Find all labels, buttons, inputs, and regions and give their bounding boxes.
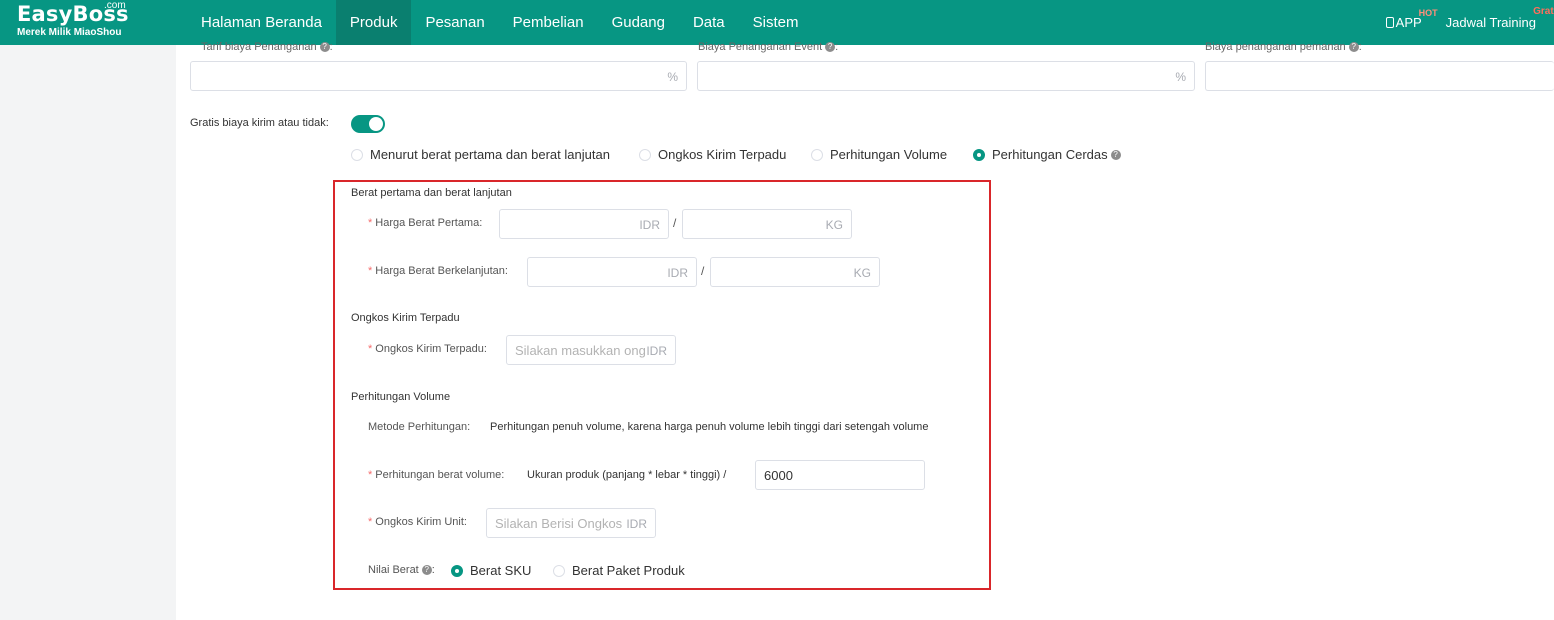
nav-right: APP HOT Jadwal Training Gratis [1385,0,1554,45]
app-link[interactable]: APP HOT [1385,8,1438,30]
nav-item-data[interactable]: Data [679,0,739,45]
help-icon[interactable]: ? [825,42,836,53]
radio-sku-weight[interactable]: Berat SKU [451,563,531,578]
currency-suffix: IDR [626,517,647,531]
free-shipping-label: Gratis biaya kirim atau tidak: [190,117,329,129]
help-icon[interactable]: ? [319,42,330,53]
radio-circle-checked [973,148,985,161]
event-fee-input[interactable]: % [697,61,1195,91]
nav-item-orders[interactable]: Pesanan [411,0,498,45]
first-weight-price-input[interactable]: IDR [499,209,669,239]
help-icon[interactable]: ? [421,565,432,576]
volume-weight-label: * Perhitungan berat volume: [368,469,505,481]
help-icon[interactable]: ? [1110,149,1121,160]
percent-suffix: % [1175,70,1186,84]
nav-item-warehouse[interactable]: Gudang [598,0,679,45]
left-panel [0,45,176,620]
nav-item-home[interactable]: Halaman Beranda [187,0,336,45]
unit-cost-input[interactable]: Silakan Berisi Ongkos Kirim IDR [486,508,656,538]
method-label: Metode Perhitungan: [368,421,471,433]
radio-circle [811,148,823,161]
first-weight-price-label: * Harga Berat Pertama: [368,217,483,229]
currency-suffix: IDR [646,344,667,358]
method-value: Perhitungan penuh volume, karena harga p… [490,421,929,433]
handling-fee-input[interactable] [1205,61,1554,91]
input-value: 6000 [764,468,793,483]
unit-cost-label: * Ongkos Kirim Unit: [368,516,467,528]
next-weight-kg-input[interactable]: KG [710,257,880,287]
unit-suffix: KG [853,266,871,280]
help-icon[interactable]: ? [1348,42,1359,53]
free-shipping-toggle[interactable] [351,115,385,133]
next-weight-price-input[interactable]: IDR [527,257,697,287]
smart-calculation-box [333,180,991,590]
toggle-knob [369,117,383,131]
training-label: Jadwal Training [1445,15,1536,30]
currency-suffix: IDR [639,218,660,232]
radio-first-weight[interactable]: Menurut berat pertama dan berat lanjutan [351,147,610,162]
currency-suffix: IDR [667,266,688,280]
hot-badge: HOT [1418,8,1438,18]
handling-rate-input[interactable]: % [190,61,687,91]
brand-com: .com [104,0,126,11]
event-fee-label: Biaya Penanganan Event?: [698,41,839,53]
slash-separator: / [673,216,677,230]
main-nav: Halaman Beranda Produk Pesanan Pembelian… [187,0,812,45]
radio-circle [553,564,565,577]
brand-subtitle: Merek Milik MiaoShou [17,27,122,38]
section-title-volume: Perhitungan Volume [351,391,451,403]
percent-suffix: % [667,70,678,84]
nav-item-products[interactable]: Produk [335,0,412,45]
radio-volume[interactable]: Perhitungan Volume [811,147,947,162]
radio-smart[interactable]: Perhitungan Cerdas ? [973,147,1121,162]
section-title-unified: Ongkos Kirim Terpadu [351,312,460,324]
top-navbar: EasyBoss .com Merek Milik MiaoShou Halam… [0,0,1554,45]
radio-circle [639,148,651,161]
free-badge: Gratis [1533,6,1554,17]
unified-input[interactable]: Silakan masukkan ongkos IDR [506,335,676,365]
radio-package-weight[interactable]: Berat Paket Produk [553,563,685,578]
section-title-first-weight: Berat pertama dan berat lanjutan [351,187,512,199]
placeholder: Silakan Berisi Ongkos Kirim [495,516,625,531]
placeholder: Silakan masukkan ongkos [515,343,645,358]
volume-divisor-input[interactable]: 6000 [755,460,925,490]
unified-label: * Ongkos Kirim Terpadu: [368,343,487,355]
first-weight-kg-input[interactable]: KG [682,209,852,239]
nav-item-system[interactable]: Sistem [739,0,813,45]
radio-circle-checked [451,564,463,577]
radio-circle [351,148,363,161]
handling-fee-label: Biaya penanganan pemanan?: [1205,41,1362,53]
handling-rate-label: Tarif biaya Penanganan?: [201,41,333,53]
brand-logo[interactable]: EasyBoss .com Merek Milik MiaoShou [17,0,129,39]
volume-formula: Ukuran produk (panjang * lebar * tinggi)… [527,469,727,481]
unit-suffix: KG [825,218,843,232]
radio-unified[interactable]: Ongkos Kirim Terpadu [639,147,786,162]
weight-value-label: Nilai Berat?: [368,564,435,576]
nav-item-purchases[interactable]: Pembelian [499,0,598,45]
slash-separator: / [701,264,705,278]
training-link[interactable]: Jadwal Training Gratis [1445,6,1554,30]
next-weight-price-label: * Harga Berat Berkelanjutan: [368,265,508,277]
phone-icon [1385,17,1394,28]
